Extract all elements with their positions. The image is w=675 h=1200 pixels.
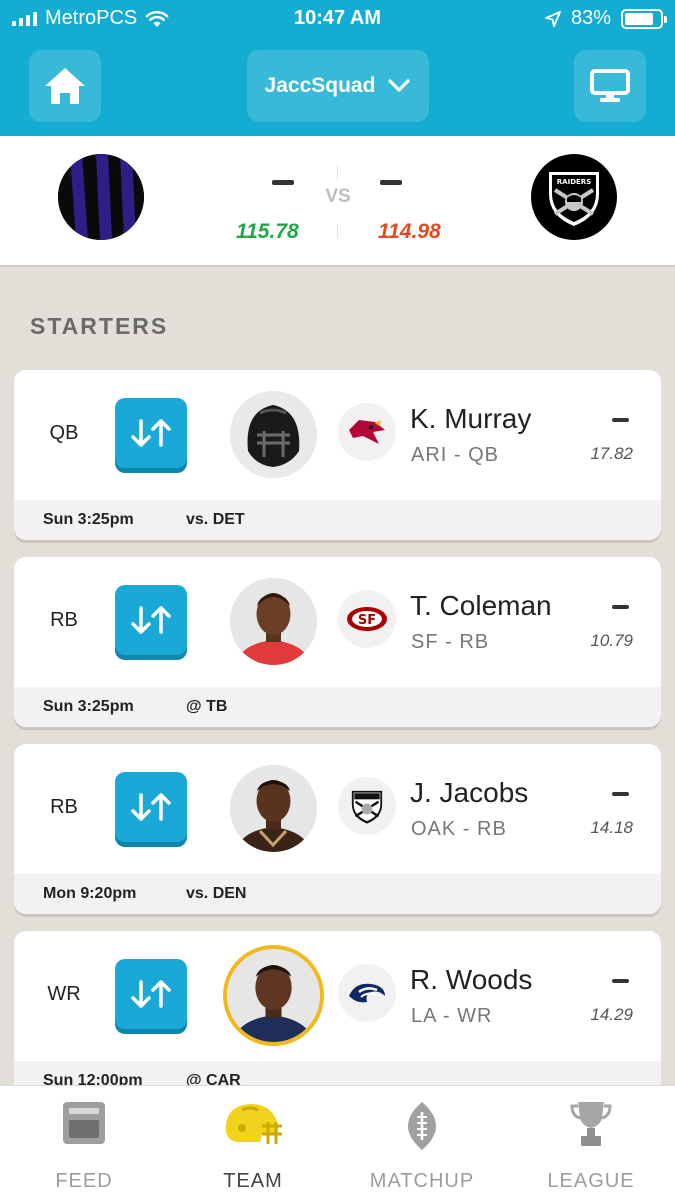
- position-label: QB: [49, 422, 79, 444]
- left-score: [272, 180, 294, 185]
- player-card[interactable]: RB SF T. Coleman SF - RB 10.79 Sun 3:25p…: [14, 557, 661, 727]
- team-logo-badge: [338, 777, 396, 835]
- game-info: Sun 3:25pm @ TB: [14, 687, 661, 727]
- player-team-position: SF - RB: [411, 631, 490, 653]
- swap-arrows-icon: [131, 793, 171, 821]
- location-arrow-icon: [545, 10, 561, 27]
- battery-percent: 83%: [570, 7, 611, 29]
- svg-text:SF: SF: [358, 613, 376, 628]
- player-avatar: [230, 765, 317, 852]
- battery-icon: [621, 8, 667, 29]
- player-photo-icon: [227, 949, 320, 1042]
- section-title-starters: STARTERS: [30, 313, 169, 339]
- raiders-shield-icon: [351, 790, 383, 824]
- cardinal-icon: [349, 420, 385, 444]
- game-opponent: @ TB: [186, 698, 228, 715]
- swap-arrows-icon: [131, 419, 171, 447]
- team-selector-label: JaccSquad: [264, 74, 376, 97]
- battery-level: [625, 12, 654, 25]
- player-photo-icon: [230, 765, 317, 852]
- swap-player-button[interactable]: [115, 959, 187, 1029]
- player-name: R. Woods: [410, 964, 533, 995]
- team-selector-dropdown[interactable]: JaccSquad: [247, 50, 429, 122]
- status-right: 83%: [545, 7, 667, 30]
- my-projected-score: 115.78: [236, 220, 299, 243]
- game-opponent: vs. DET: [186, 511, 245, 528]
- game-info: Sun 3:25pm vs. DET: [14, 500, 661, 540]
- player-name: J. Jacobs: [410, 777, 529, 808]
- player-photo-icon: [230, 578, 317, 665]
- swap-player-button[interactable]: [115, 398, 187, 468]
- rams-horn-icon: [349, 983, 385, 1003]
- player-points: [612, 792, 629, 796]
- player-card[interactable]: WR R. Woods LA - WR 14.29 Sun 12:00pm @ …: [14, 931, 661, 1101]
- svg-text:RAIDERS: RAIDERS: [557, 178, 591, 186]
- right-score: [380, 180, 402, 185]
- trophy-icon: [570, 1102, 612, 1146]
- team-logo-badge: [338, 964, 396, 1022]
- player-projected-points: 14.18: [590, 818, 633, 837]
- tab-label: FEED: [55, 1170, 113, 1192]
- team-logo-badge: SF: [338, 590, 396, 648]
- position-label: RB: [50, 796, 78, 818]
- player-avatar: [230, 578, 317, 665]
- player-name: K. Murray: [410, 403, 532, 434]
- player-avatar: [230, 391, 317, 478]
- game-time: Sun 3:25pm: [43, 698, 134, 715]
- game-time: Sun 3:25pm: [43, 511, 134, 528]
- position-label: RB: [50, 609, 78, 631]
- tab-league[interactable]: LEAGUE: [507, 1086, 675, 1200]
- live-scores-button[interactable]: [574, 50, 646, 122]
- game-opponent: vs. DEN: [186, 885, 247, 902]
- chevron-down-icon: [388, 79, 411, 92]
- home-icon: [45, 68, 85, 104]
- player-projected-points: 10.79: [590, 631, 633, 650]
- matchup-scoreboard[interactable]: VS 115.78 114.98 RAIDERS: [0, 136, 675, 267]
- helmet-placeholder-icon: [230, 391, 317, 478]
- tab-label: MATCHUP: [369, 1170, 475, 1192]
- opponent-team-logo: RAIDERS: [531, 154, 617, 240]
- swap-player-button[interactable]: [115, 585, 187, 655]
- tab-matchup[interactable]: MATCHUP: [338, 1086, 506, 1200]
- player-team-position: LA - WR: [411, 1005, 493, 1027]
- monitor-icon: [590, 69, 630, 102]
- player-card[interactable]: RB J. Jacobs OAK - RB 14.18 Mon 9:20pm v…: [14, 744, 661, 914]
- player-team-position: OAK - RB: [411, 818, 507, 840]
- home-button[interactable]: [29, 50, 101, 122]
- vs-label: VS: [325, 186, 351, 207]
- player-points: [612, 605, 629, 609]
- opponent-projected-score: 114.98: [378, 220, 441, 243]
- game-info: Mon 9:20pm vs. DEN: [14, 874, 661, 914]
- football-icon: [408, 1102, 436, 1150]
- swap-player-button[interactable]: [115, 772, 187, 842]
- divider-bottom: [337, 224, 338, 238]
- top-bar: MetroPCS 10:47 AM 83% JaccSquad: [0, 0, 675, 136]
- player-projected-points: 14.29: [590, 1005, 633, 1024]
- player-card[interactable]: QB K. Murray ARI - QB 17.82 Sun 3:25pm v…: [14, 370, 661, 540]
- player-team-position: ARI - QB: [411, 444, 500, 466]
- helmet-icon: [225, 1104, 282, 1144]
- player-avatar: [223, 945, 324, 1046]
- bottom-tab-bar: FEED TEAM MATCHUP LEAGUE: [0, 1085, 675, 1200]
- tab-label: LEAGUE: [547, 1170, 635, 1192]
- position-label: WR: [47, 983, 81, 1005]
- player-name: T. Coleman: [410, 590, 552, 621]
- sf-49ers-icon: SF: [347, 607, 387, 631]
- player-projected-points: 17.82: [590, 444, 633, 463]
- swap-arrows-icon: [131, 606, 171, 634]
- player-points: [612, 418, 629, 422]
- tab-team[interactable]: TEAM: [169, 1086, 337, 1200]
- swap-arrows-icon: [131, 980, 171, 1008]
- tab-label: TEAM: [223, 1170, 283, 1192]
- divider-top: [337, 166, 338, 180]
- striped-team-logo-icon: [58, 154, 144, 240]
- game-time: Mon 9:20pm: [43, 885, 137, 902]
- player-points: [612, 979, 629, 983]
- feed-icon: [63, 1102, 105, 1144]
- raiders-shield-icon: RAIDERS: [549, 172, 599, 226]
- team-logo-badge: [338, 403, 396, 461]
- status-bar: MetroPCS 10:47 AM 83%: [0, 0, 675, 38]
- my-team-logo: [58, 154, 144, 240]
- tab-feed[interactable]: FEED: [0, 1086, 168, 1200]
